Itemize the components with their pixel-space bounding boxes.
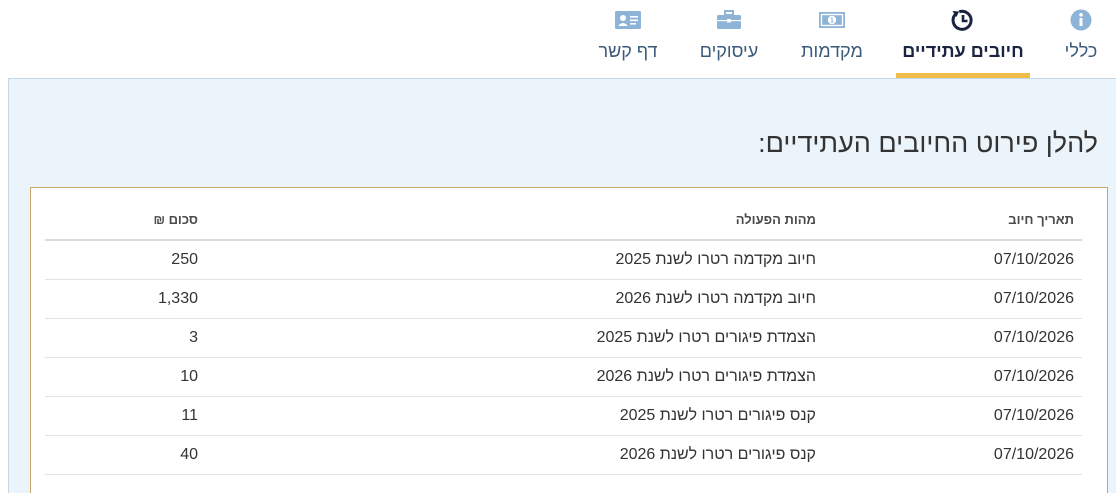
column-header-amount: סכום ₪	[45, 200, 206, 241]
svg-text:1: 1	[830, 18, 834, 25]
tab-label: מקדמות	[801, 41, 863, 61]
cell-date: 07/10/2026	[824, 357, 1082, 397]
content-panel: להלן פירוט החיובים העתידיים: תאריך חיוב …	[8, 78, 1116, 493]
cell-description: הצמדת פיגורים רטרו לשנת 2025	[206, 318, 824, 358]
cell-amount: 40	[45, 435, 206, 475]
cell-date: 07/10/2026	[824, 240, 1082, 280]
cell-date: 07/10/2026	[824, 318, 1082, 358]
cell-date: 07/10/2026	[824, 279, 1082, 319]
tab-advances[interactable]: 1 מקדמות	[790, 0, 874, 78]
tab-label: דף קשר	[598, 41, 658, 61]
page-title: להלן פירוט החיובים העתידיים:	[758, 128, 1098, 158]
tab-future-charges[interactable]: חיובים עתידיים	[896, 0, 1030, 78]
column-header-date: תאריך חיוב	[824, 200, 1082, 241]
cell-amount: 250	[45, 240, 206, 280]
tab-bar: כללי חיובים עתידיים 1 מקדמות עיסוקים דף …	[0, 0, 1116, 78]
cell-description: חיוב מקדמה רטרו לשנת 2025	[206, 240, 824, 280]
tab-label: כללי	[1064, 41, 1098, 61]
tab-label: עיסוקים	[699, 41, 759, 61]
future-charges-card: תאריך חיוב מהות הפעולה סכום ₪ 07/10/2026…	[30, 187, 1108, 493]
cell-amount: 10	[45, 357, 206, 397]
cell-amount: 3	[45, 318, 206, 358]
contact-card-icon	[613, 8, 643, 32]
cell-date: 07/10/2026	[824, 396, 1082, 436]
cell-description: קנס פיגורים רטרו לשנת 2026	[206, 435, 824, 475]
cell-description: חיוב מקדמה רטרו לשנת 2026	[206, 279, 824, 319]
cell-description: הצמדת פיגורים רטרו לשנת 2026	[206, 357, 824, 397]
cell-description: קנס פיגורים רטרו לשנת 2025	[206, 396, 824, 436]
cell-amount: 1,330	[45, 279, 206, 319]
table-row: 07/10/2026 חיוב מקדמה רטרו לשנת 2026 1,3…	[45, 279, 1082, 319]
tab-contact[interactable]: דף קשר	[590, 0, 666, 78]
info-icon	[1066, 8, 1096, 32]
cell-amount: 11	[45, 396, 206, 436]
tab-businesses[interactable]: עיסוקים	[690, 0, 768, 78]
table-row: 07/10/2026 הצמדת פיגורים רטרו לשנת 2025 …	[45, 318, 1082, 358]
table-row: 07/10/2026 קנס פיגורים רטרו לשנת 2025 11	[45, 396, 1082, 436]
page: כללי חיובים עתידיים 1 מקדמות עיסוקים דף …	[0, 0, 1116, 493]
money-icon: 1	[817, 8, 847, 32]
tab-label: חיובים עתידיים	[902, 41, 1024, 61]
table-row: 07/10/2026 הצמדת פיגורים רטרו לשנת 2026 …	[45, 357, 1082, 397]
briefcase-icon	[714, 8, 744, 32]
table-header-row: תאריך חיוב מהות הפעולה סכום ₪	[45, 200, 1082, 241]
table-row: 07/10/2026 קנס פיגורים רטרו לשנת 2026 40	[45, 435, 1082, 475]
cell-date: 07/10/2026	[824, 435, 1082, 475]
table-row: 07/10/2026 חיוב מקדמה רטרו לשנת 2025 250	[45, 240, 1082, 280]
clock-history-icon	[948, 8, 978, 32]
tab-general[interactable]: כללי	[1046, 0, 1116, 78]
future-charges-table: תאריך חיוב מהות הפעולה סכום ₪ 07/10/2026…	[45, 200, 1082, 475]
column-header-description: מהות הפעולה	[206, 200, 824, 241]
